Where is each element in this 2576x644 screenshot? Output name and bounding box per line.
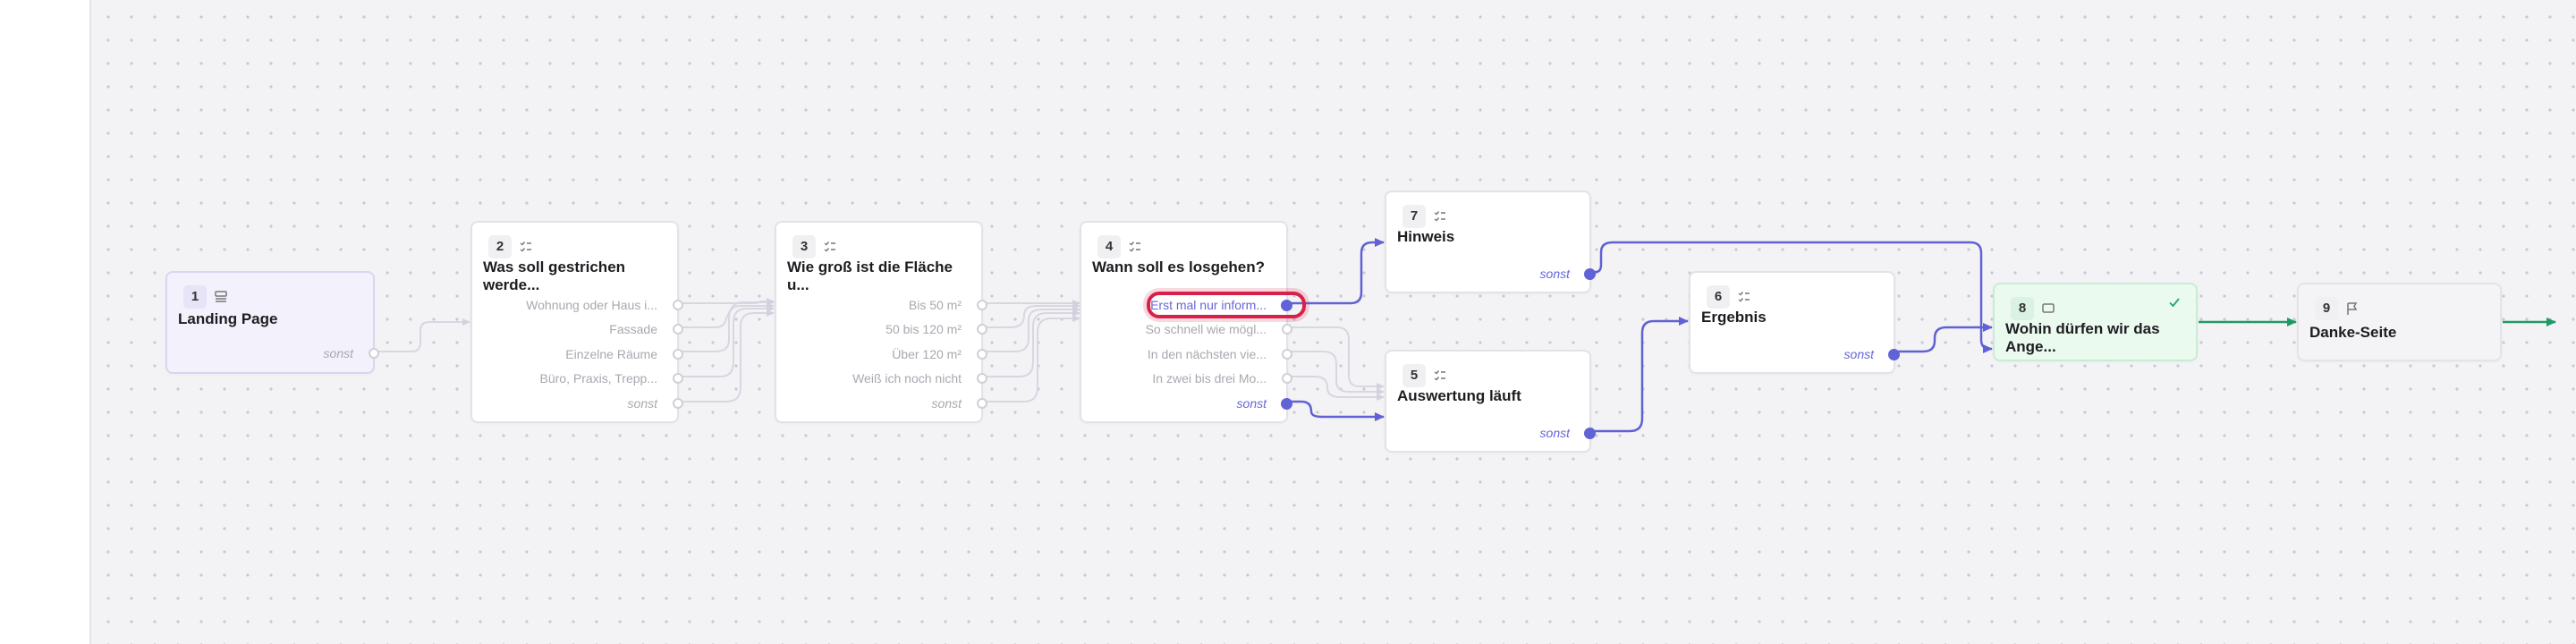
node-number: 4	[1097, 235, 1121, 258]
answer-sonst[interactable]: sonst	[1844, 346, 1874, 362]
output-port[interactable]	[369, 348, 379, 359]
check-icon	[2169, 298, 2180, 308]
output-port[interactable]	[1282, 373, 1292, 384]
answer-option[interactable]: Bis 50 m²	[909, 297, 962, 313]
node-5-auswertung[interactable]: 5 Auswertung läuft sonst	[1385, 350, 1596, 453]
answer-option[interactable]: Weiß ich noch nicht	[852, 370, 962, 386]
node-8-contact-form[interactable]: 8 Wohin dürfen wir das Ange...	[1993, 283, 2198, 361]
node-number: 6	[1707, 285, 1730, 309]
answer-sonst[interactable]: sonst	[628, 395, 657, 411]
answer-option[interactable]: In zwei bis drei Mo...	[1152, 370, 1267, 386]
node-number: 9	[2315, 297, 2338, 320]
node-number: 5	[1402, 364, 1426, 387]
answer-option[interactable]: Einzelne Räume	[565, 346, 657, 362]
answer-option[interactable]: Wohnung oder Haus i...	[526, 297, 657, 313]
output-port[interactable]	[977, 398, 987, 409]
node-number: 1	[183, 285, 207, 309]
node-landing-page[interactable]: 1 Landing Page sonst	[165, 271, 379, 374]
layout-icon	[215, 291, 227, 302]
left-sidebar	[0, 0, 91, 644]
output-port[interactable]	[673, 373, 683, 384]
output-port[interactable]	[1282, 324, 1292, 335]
node-title: Hinweis	[1397, 228, 1455, 245]
output-port[interactable]	[673, 324, 683, 335]
node-title: Auswertung läuft	[1397, 387, 1521, 404]
list-icon	[1738, 292, 1750, 302]
node-title: Wohin dürfen wir das Ange...	[2005, 320, 2160, 355]
node-6-ergebnis[interactable]: 6 Ergebnis sonst	[1689, 271, 1900, 374]
flow-canvas[interactable]	[91, 0, 2576, 644]
list-icon	[1434, 370, 1445, 381]
list-icon	[520, 242, 531, 252]
output-port-connected[interactable]	[1584, 268, 1596, 280]
output-port-connected[interactable]	[1281, 398, 1292, 410]
output-port[interactable]	[977, 324, 987, 335]
output-port-connected[interactable]	[1888, 349, 1900, 360]
answer-sonst[interactable]: sonst	[1540, 425, 1570, 441]
answer-sonst[interactable]: sonst	[324, 345, 353, 361]
node-title: Ergebnis	[1701, 309, 1767, 326]
answer-sonst[interactable]: sonst	[1540, 266, 1570, 282]
node-title: Danke-Seite	[2309, 324, 2397, 341]
answer-option[interactable]: Fassade	[609, 321, 657, 337]
answer-sonst[interactable]: sonst	[1237, 395, 1267, 411]
node-3-question[interactable]: 3 Wie groß ist die Fläche u... Bis 50 m²…	[775, 221, 987, 423]
output-port[interactable]	[673, 300, 683, 310]
node-2-question[interactable]: 2 Was soll gestrichen werde... Wohnung o…	[470, 221, 683, 423]
node-9-danke-seite[interactable]: 9 Danke-Seite	[2297, 283, 2502, 361]
output-port-connected[interactable]	[1281, 300, 1292, 311]
node-title: Wann soll es losgehen?	[1092, 258, 1266, 275]
output-port[interactable]	[673, 398, 683, 409]
node-title: Was soll gestrichen werde...	[483, 258, 626, 293]
node-4-question[interactable]: 4 Wann soll es losgehen? Erst mal nur in…	[1080, 221, 1306, 423]
flag-icon	[2347, 302, 2358, 315]
node-number: 7	[1402, 205, 1426, 228]
node-title: Landing Page	[178, 310, 278, 327]
list-icon	[1129, 242, 1140, 252]
answer-option[interactable]: Über 120 m²	[892, 346, 962, 362]
list-icon	[1434, 211, 1445, 222]
answer-option[interactable]: 50 bis 120 m²	[886, 321, 962, 337]
output-port[interactable]	[977, 373, 987, 384]
node-number: 8	[2011, 297, 2034, 320]
output-port[interactable]	[673, 349, 683, 360]
answer-sonst[interactable]: sonst	[932, 395, 962, 411]
answer-option-selected[interactable]: Erst mal nur inform...	[1150, 297, 1267, 313]
node-number: 2	[488, 235, 512, 258]
answer-option[interactable]: In den nächsten vie...	[1148, 346, 1267, 362]
list-icon	[824, 242, 835, 252]
output-port[interactable]	[977, 349, 987, 360]
node-number: 3	[792, 235, 816, 258]
answer-option[interactable]: So schnell wie mögl...	[1146, 321, 1267, 337]
node-title: Wie groß ist die Fläche u...	[787, 258, 953, 293]
output-port[interactable]	[1282, 349, 1292, 360]
answer-option[interactable]: Büro, Praxis, Trepp...	[540, 370, 658, 386]
message-icon	[2042, 303, 2055, 313]
output-port[interactable]	[977, 300, 987, 310]
node-7-hinweis[interactable]: 7 Hinweis sonst	[1385, 191, 1596, 293]
output-port-connected[interactable]	[1584, 428, 1596, 439]
